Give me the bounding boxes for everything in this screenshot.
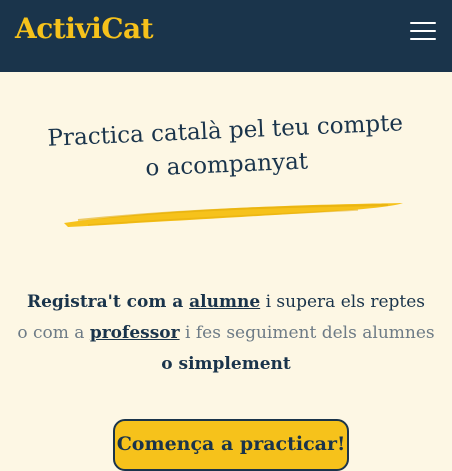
menu-bar [410, 22, 436, 24]
menu-bar [410, 38, 436, 40]
start-practicing-button[interactable]: Comença a practicar! [113, 419, 349, 471]
hamburger-menu-icon[interactable] [410, 20, 436, 42]
menu-bar [410, 30, 436, 32]
hero-title: Practica català pel teu compte o acompan… [19, 105, 434, 191]
intro-text-segment: o com a [17, 323, 90, 343]
top-navbar: ActiviCat [0, 0, 452, 72]
intro-line-1: Registra't com a alumne i supera els rep… [0, 287, 452, 318]
student-link[interactable]: alumne [189, 292, 260, 312]
intro-text-segment: i supera els reptes [260, 292, 426, 312]
intro-text-segment: i fes seguiment dels alumnes [179, 323, 435, 343]
intro-text: Registra't com a alumne i supera els rep… [0, 287, 452, 380]
intro-line-2: o com a professor i fes seguiment dels a… [0, 318, 452, 349]
intro-line-3: o simplement [161, 354, 291, 374]
intro-text-segment: Registra't com a [26, 292, 190, 312]
site-logo[interactable]: ActiviCat [15, 12, 154, 45]
brush-stroke-decoration [64, 203, 403, 227]
teacher-link[interactable]: professor [90, 323, 180, 343]
